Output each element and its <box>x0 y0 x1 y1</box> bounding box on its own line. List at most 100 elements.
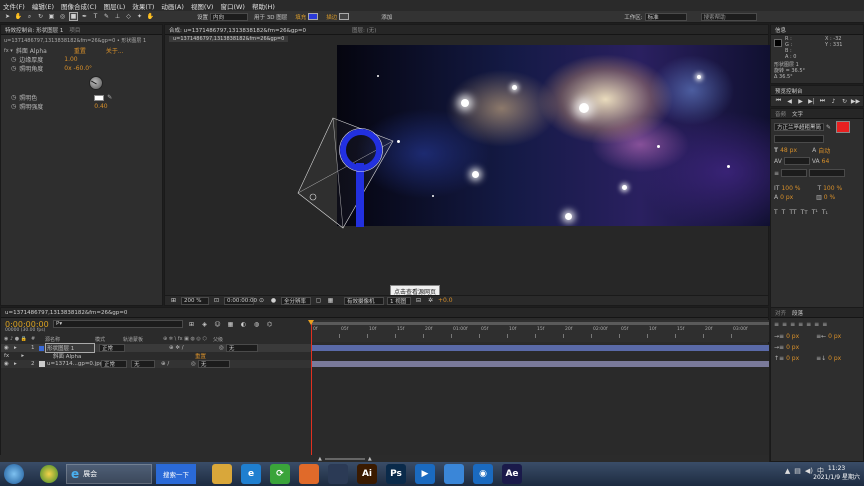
transparency-grid-icon[interactable]: ▦ <box>326 296 335 305</box>
comp-subtab[interactable]: u=1371486797,1313838182&fm=26&gp=0 <box>169 36 289 42</box>
effect-row-reset[interactable]: 重置 <box>195 352 206 360</box>
menu-effect[interactable]: 效果(T) <box>132 1 154 11</box>
kerning-dropdown[interactable] <box>783 157 810 165</box>
align-right-icon[interactable]: ≡ <box>790 321 795 328</box>
next-frame-icon[interactable]: ▶| <box>807 97 816 106</box>
grid-icon[interactable]: ⊡ <box>212 296 221 305</box>
roto-tool-icon[interactable]: ✦ <box>135 12 144 21</box>
help-search-input[interactable]: 搜索帮助 <box>700 12 757 21</box>
brainstorm-icon[interactable]: ◍ <box>252 320 261 329</box>
zoom-out-icon[interactable]: ▲ <box>318 456 322 462</box>
puppet-tool-icon[interactable]: ✋ <box>146 12 155 21</box>
frame-blend-icon[interactable]: ▦ <box>226 320 235 329</box>
prev-frame-icon[interactable]: ◀ <box>785 97 794 106</box>
start-button-icon[interactable] <box>4 464 24 484</box>
prop-value[interactable]: 1.00 <box>64 56 77 63</box>
after-effects-app-icon[interactable]: Ae <box>502 464 522 484</box>
timeline-zoom-slider[interactable] <box>324 457 365 460</box>
360-browser-icon[interactable] <box>40 465 58 483</box>
zoom-dropdown[interactable]: 200 % <box>181 296 209 305</box>
tab-project[interactable]: 项目 <box>69 26 80 34</box>
superscript-icon[interactable]: T¹ <box>812 209 818 216</box>
exposure-value[interactable]: +0.0 <box>438 297 453 304</box>
tab-composition[interactable]: 合成: u=1371486797,1313838182&fm=26&gp=0 <box>169 26 306 34</box>
zoom-in-icon[interactable]: ▲ <box>368 456 372 462</box>
last-frame-icon[interactable]: ⏭ <box>818 97 827 106</box>
layer-switches[interactable]: ⊕ / <box>161 361 191 367</box>
search-task-button[interactable]: 搜索一下 <box>156 464 196 484</box>
cti-head[interactable] <box>308 320 314 325</box>
graph-editor-icon[interactable]: ⌬ <box>265 320 274 329</box>
workspace-dropdown[interactable]: 标准 <box>644 12 687 21</box>
layer-switches[interactable]: ⊕ ✲ / <box>169 345 219 351</box>
reset-exposure-icon[interactable]: ✲ <box>426 296 435 305</box>
resolution-dropdown[interactable]: 全分辨率 <box>281 296 311 305</box>
font-dropdown[interactable]: 方正兰亭超粗黑简 <box>774 123 824 131</box>
clock[interactable]: 11:23 2021/1/9 星期六 <box>813 464 860 482</box>
layer-mode-dropdown[interactable]: 正常 <box>99 344 125 352</box>
draft-3d-icon[interactable]: ◈ <box>200 320 209 329</box>
font-style-dropdown[interactable] <box>774 135 824 143</box>
pan-behind-tool-icon[interactable]: ◎ <box>58 12 67 21</box>
edge-app-icon[interactable]: e <box>241 464 261 484</box>
timeline-search-input[interactable]: P▾ <box>53 320 183 328</box>
camera-app-icon[interactable]: ◉ <box>473 464 493 484</box>
tab-effect-controls[interactable]: 特效控制台: 形状图层 1 <box>5 26 63 34</box>
network-icon[interactable]: ▤ <box>794 467 801 475</box>
leading-value[interactable]: 自动 <box>818 146 830 155</box>
tray-expand-icon[interactable]: ▲ <box>785 467 790 475</box>
rectangle-tool-icon[interactable]: ■ <box>69 12 78 21</box>
menu-file[interactable]: 文件(F) <box>3 1 25 11</box>
faux-bold-icon[interactable]: T <box>774 209 778 216</box>
ram-preview-icon[interactable]: ▶▶ <box>851 97 860 106</box>
tab-info[interactable]: 信息 <box>775 26 786 34</box>
tab-character[interactable]: 文字 <box>792 110 803 118</box>
all-caps-icon[interactable]: TT <box>789 209 796 216</box>
c4d-app-icon[interactable] <box>328 464 348 484</box>
views-dropdown[interactable]: 1 视图 <box>387 296 411 305</box>
tsume-value[interactable]: 0 % <box>824 194 835 201</box>
pen-tool-icon[interactable]: ✒ <box>80 12 89 21</box>
faux-italic-icon[interactable]: T <box>782 209 786 216</box>
camera-tool-icon[interactable]: ▣ <box>47 12 56 21</box>
indent-right-value[interactable]: 0 px <box>828 333 841 340</box>
menu-view[interactable]: 视图(V) <box>191 1 214 11</box>
work-area-bar[interactable] <box>311 322 769 325</box>
justify-right-icon[interactable]: ≡ <box>814 321 819 328</box>
menu-help[interactable]: 帮助(H) <box>252 1 275 11</box>
menu-composition[interactable]: 图像合成(C) <box>61 1 97 11</box>
menu-window[interactable]: 窗口(W) <box>220 1 245 11</box>
eyedropper-icon[interactable]: ✎ <box>826 124 831 131</box>
stopwatch-icon[interactable]: ◷ <box>11 94 16 101</box>
space-after-value[interactable]: 0 px <box>828 355 841 362</box>
col-mode[interactable]: 模式 <box>95 336 123 343</box>
layer-trkmat-dropdown[interactable]: 无 <box>131 360 155 368</box>
tab-preview[interactable]: 预览控制台 <box>775 87 803 95</box>
vertical-scale-value[interactable]: 100 % <box>781 185 815 192</box>
col-source-name[interactable]: 源名称 <box>45 336 95 343</box>
stroke-style-dropdown[interactable] <box>809 169 846 177</box>
current-time-indicator[interactable] <box>311 320 312 463</box>
photos-app-icon[interactable] <box>299 464 319 484</box>
menu-edit[interactable]: 编辑(E) <box>32 1 54 11</box>
prop-value[interactable]: 0x -60.0° <box>64 65 92 72</box>
tab-timeline[interactable]: u=1371486797,1313838182&fm=26&gp=0 <box>5 310 127 316</box>
video-app-icon[interactable]: ▶ <box>415 464 435 484</box>
toggle-pixel-icon[interactable]: ⊟ <box>414 296 423 305</box>
col-trkmat[interactable]: 轨道蒙板 <box>123 336 163 343</box>
fill-color-swatch[interactable] <box>836 121 851 133</box>
illustrator-app-icon[interactable]: Ai <box>357 464 377 484</box>
photoshop-app-icon[interactable]: Ps <box>386 464 406 484</box>
tab-paragraph[interactable]: 段落 <box>792 309 803 317</box>
timecode-field[interactable]: 0:00:00:00 <box>224 296 257 305</box>
time-ruler[interactable]: 0f 05f 10f 15f 20f 01:00f 05f 10f 15f 20f 02:00f 05… <box>311 320 769 342</box>
region-icon[interactable]: ▢ <box>314 296 323 305</box>
justify-all-icon[interactable]: ≡ <box>822 321 827 328</box>
effect-about-link[interactable]: 关于... <box>106 46 124 55</box>
effect-reset-link[interactable]: 重置 <box>74 46 86 55</box>
effect-row[interactable]: fx ▸ 斜面 Alpha 重置 <box>1 352 311 360</box>
tab-layer[interactable]: 图层: (无) <box>352 26 376 34</box>
parent-icon[interactable]: ◎ <box>219 345 224 351</box>
camera-dropdown[interactable]: 有效摄像机 <box>344 296 384 305</box>
parent-icon[interactable]: ◎ <box>191 361 196 367</box>
